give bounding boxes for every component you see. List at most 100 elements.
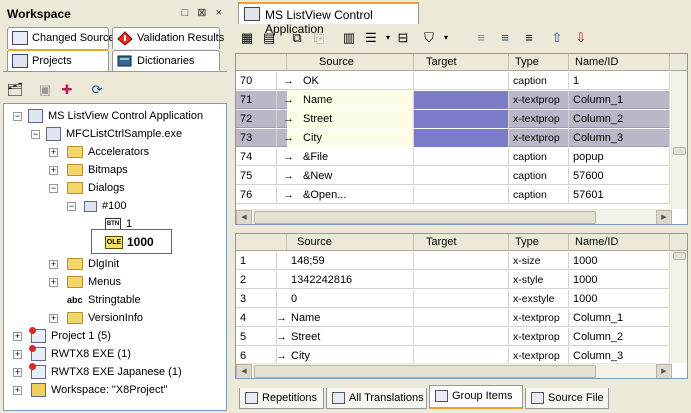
tab-source-file[interactable]: Source File <box>525 388 609 409</box>
tree-item-dialogs[interactable]: Dialogs <box>67 180 125 197</box>
tree-item-project-1[interactable]: Project 1 (5) <box>29 327 111 345</box>
tab-validation-results[interactable]: Validation Results <box>112 27 224 49</box>
expand-toggle[interactable]: + <box>49 278 58 287</box>
table-row[interactable]: 4 Name x-textprop Column_1 → <box>236 309 670 327</box>
header-num[interactable] <box>236 234 287 251</box>
string-list-grid[interactable]: Source Target Type Name/ID 70 OK caption 1 →… <box>235 53 688 225</box>
display-icon[interactable]: ⊟ <box>394 29 412 47</box>
horizontal-scrollbar[interactable]: ◀ ▶ <box>236 363 672 378</box>
scroll-left-button[interactable]: ◀ <box>236 364 252 378</box>
project-tree[interactable]: − MS ListView Control Application − MFCL… <box>3 103 227 411</box>
changed-source-icon <box>12 31 28 45</box>
bottom-tab-bar: Repetitions All Translations Group Items… <box>235 385 688 410</box>
remove-icon[interactable]: ▣ <box>36 81 54 99</box>
expand-toggle[interactable]: + <box>13 368 22 377</box>
expand-toggle[interactable]: + <box>13 386 22 395</box>
group-items-grid[interactable]: Source Target Type Name/ID 1 148;59 x-size… <box>235 233 688 379</box>
align-center-icon[interactable]: ≡ <box>496 29 514 47</box>
filter-icon[interactable]: ⛉ <box>420 29 438 47</box>
tab-projects[interactable]: Projects <box>7 49 109 72</box>
scroll-thumb[interactable] <box>254 365 596 378</box>
collapse-toggle[interactable]: − <box>67 202 76 211</box>
table-row[interactable]: 5 Street x-textprop Column_2 → <box>236 328 670 346</box>
table-row[interactable]: 76 &Open... caption 57601 → <box>236 186 670 204</box>
vertical-scrollbar[interactable] <box>671 251 687 363</box>
refresh-icon[interactable]: ⟳ <box>88 81 106 99</box>
header-name-id[interactable]: Name/ID <box>569 54 670 71</box>
sort-up-icon[interactable]: ⇧ <box>548 29 566 47</box>
scroll-right-button[interactable]: ▶ <box>656 364 672 378</box>
header-type[interactable]: Type <box>509 234 569 251</box>
scroll-thumb[interactable] <box>254 211 596 224</box>
scroll-thumb[interactable] <box>673 147 686 155</box>
header-source[interactable]: Source <box>287 234 414 251</box>
source-cell: Name <box>287 91 414 109</box>
name-id-cell: popup <box>569 148 670 166</box>
copy-icon[interactable]: ⧉ <box>288 29 306 47</box>
tree-item-dialog-100[interactable]: #100 <box>84 198 126 215</box>
table-row[interactable]: 2 1342242816 x-style 1000 <box>236 271 670 289</box>
column-icon[interactable]: ▥ <box>340 29 358 47</box>
table-row[interactable]: 71 Name x-textprop Column_1 → <box>236 91 670 109</box>
table-row[interactable]: 1 148;59 x-size 1000 <box>236 252 670 270</box>
tree-item-exe[interactable]: MFCListCtrlSample.exe <box>46 126 182 143</box>
vertical-scrollbar[interactable] <box>671 71 687 209</box>
header-num[interactable] <box>236 54 287 71</box>
table-row[interactable]: 74 &File caption popup → <box>236 148 670 166</box>
expand-toggle[interactable]: + <box>49 148 58 157</box>
panel-splitter[interactable] <box>229 0 233 413</box>
expand-toggle[interactable]: + <box>49 314 58 323</box>
expand-toggle[interactable]: + <box>13 332 22 341</box>
tree-item-versioninfo[interactable]: VersionInfo <box>67 310 143 327</box>
type-cell: x-size <box>509 252 569 270</box>
collapse-toggle[interactable]: − <box>31 130 40 139</box>
header-target[interactable]: Target <box>414 234 509 251</box>
header-name-id[interactable]: Name/ID <box>569 234 670 251</box>
tab-document[interactable]: MS ListView Control Application <box>238 2 419 36</box>
expand-toggle[interactable]: + <box>49 166 58 175</box>
tab-all-translations[interactable]: All Translations <box>326 388 427 409</box>
header-target[interactable]: Target <box>414 54 509 71</box>
header-source[interactable]: Source <box>287 54 414 71</box>
collapse-toggle[interactable]: − <box>49 184 58 193</box>
target-cell <box>414 309 509 327</box>
horizontal-scrollbar[interactable]: ◀ ▶ <box>236 209 672 224</box>
tab-dictionaries[interactable]: Dictionaries <box>112 50 220 72</box>
tree-item-stringtable[interactable]: abc Stringtable <box>67 292 141 309</box>
table-row[interactable]: 75 &New caption 57600 → <box>236 167 670 185</box>
scroll-thumb[interactable] <box>673 252 686 260</box>
paste-icon[interactable]: ⎘ <box>310 29 328 47</box>
split-view-icon[interactable]: ▤ <box>260 29 278 47</box>
tree-item-workspace[interactable]: Workspace: "X8Project" <box>31 382 167 399</box>
tree-item-menus[interactable]: Menus <box>67 274 121 291</box>
tree-item-dlginit[interactable]: DlgInit <box>67 256 119 273</box>
header-type[interactable]: Type <box>509 54 569 71</box>
tree-item-bitmaps[interactable]: Bitmaps <box>67 162 128 179</box>
tab-changed-source[interactable]: Changed Source <box>7 27 115 49</box>
expand-toggle[interactable]: + <box>49 260 58 269</box>
scroll-right-button[interactable]: ▶ <box>656 210 672 224</box>
tree-item-rwtx8-japanese[interactable]: RWTX8 EXE Japanese (1) <box>29 363 182 381</box>
tree-item-accelerators[interactable]: Accelerators <box>67 144 149 161</box>
align-justify-icon[interactable]: ≡ <box>520 29 538 47</box>
tree-item-application[interactable]: MS ListView Control Application <box>28 108 203 125</box>
tree-item-rwtx8-exe[interactable]: RWTX8 EXE (1) <box>29 345 131 363</box>
expand-toggle[interactable]: + <box>13 350 22 359</box>
tree-view-icon[interactable]: 🗂 <box>6 81 24 99</box>
table-row[interactable]: 73 City x-textprop Column_3 → <box>236 129 670 147</box>
chevron-down-icon[interactable]: ▾ <box>437 29 455 47</box>
table-row[interactable]: 3 0 x-exstyle 1000 <box>236 290 670 308</box>
type-cell: x-textprop <box>509 129 569 147</box>
collapse-toggle[interactable]: − <box>13 112 22 121</box>
table-row[interactable]: 70 OK caption 1 → <box>236 72 670 90</box>
add-project-icon[interactable]: ✚ <box>58 81 76 99</box>
scroll-left-button[interactable]: ◀ <box>236 210 252 224</box>
list-options-icon[interactable]: ☰ <box>362 29 380 47</box>
tab-group-items[interactable]: Group Items <box>429 385 523 409</box>
grid-view-icon[interactable]: ▦ <box>238 29 256 47</box>
tab-repetitions[interactable]: Repetitions <box>239 388 324 409</box>
sort-down-icon[interactable]: ⇩ <box>572 29 590 47</box>
panel-window-controls[interactable]: □ ⊠ × <box>182 6 225 19</box>
table-row[interactable]: 72 Street x-textprop Column_2 → <box>236 110 670 128</box>
align-left-icon[interactable]: ≡ <box>472 29 490 47</box>
